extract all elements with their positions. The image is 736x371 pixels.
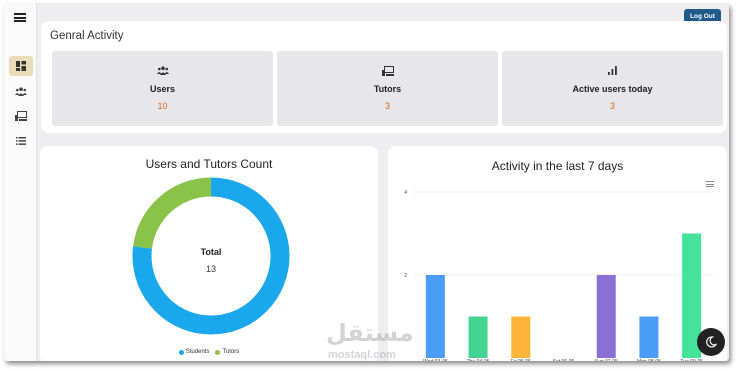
- stat-value: 10: [157, 101, 168, 111]
- users-icon: [156, 66, 169, 75]
- legend-item-students[interactable]: Students: [178, 349, 210, 355]
- dark-mode-toggle[interactable]: [697, 328, 725, 356]
- sidebar: [4, 3, 37, 361]
- stat-card-tutors: Tutors 3: [277, 51, 498, 126]
- bar-chart-icon: [608, 66, 617, 75]
- sidebar-item-users[interactable]: [9, 81, 33, 101]
- donut-center-value: 13: [206, 264, 216, 274]
- general-activity-panel: Genral Activity Users 10 Tutors 3 Active…: [41, 21, 727, 133]
- stat-label: Active users today: [572, 84, 653, 94]
- x-tick-label: Wed 03-05: [423, 359, 448, 361]
- donut-chart: Total 13: [132, 177, 290, 335]
- donut-center-label: Total: [201, 247, 222, 257]
- x-tick-label: Thu 04-05: [467, 359, 490, 361]
- x-tick-label: Sun 07-05: [595, 359, 618, 361]
- hamburger-menu-icon[interactable]: [14, 13, 26, 22]
- watermark: مستقل mostaql.com: [326, 319, 414, 361]
- y-tick-label: 2: [404, 273, 407, 279]
- dashboard-icon: [16, 61, 26, 71]
- app-window: Log Out Genral Activity Users 10 Tutors …: [4, 3, 729, 361]
- y-tick-label: 4: [404, 190, 407, 196]
- stat-label: Tutors: [373, 84, 402, 94]
- legend-item-tutors[interactable]: Tutors: [215, 349, 239, 355]
- section-title: Genral Activity: [50, 30, 124, 42]
- bar-2[interactable]: [468, 316, 488, 359]
- tutors-icon: [15, 111, 27, 121]
- legend-label: Tutors: [222, 349, 240, 355]
- stat-value: 3: [384, 101, 390, 111]
- legend-label: Students: [185, 349, 210, 355]
- bar-6[interactable]: [639, 316, 659, 359]
- bar-chart: 2 4 Wed 03-05 Thu 04-05 Fri 05-05 Sat 06-05 Su…: [404, 190, 713, 361]
- bar-3[interactable]: [511, 316, 531, 359]
- list-icon: [16, 137, 26, 145]
- sidebar-item-dashboard[interactable]: [9, 56, 33, 76]
- stat-card-active-users: Active users today 3: [502, 51, 723, 126]
- x-tick-label: Tue 09-05: [680, 359, 703, 361]
- moon-icon: [706, 336, 717, 348]
- watermark-arabic: مستقل: [326, 319, 414, 347]
- sidebar-item-tutors[interactable]: [9, 106, 33, 126]
- tutors-icon: [381, 66, 394, 76]
- sidebar-item-list[interactable]: [9, 131, 33, 151]
- stat-value: 3: [609, 101, 615, 111]
- bar-1[interactable]: [425, 275, 445, 358]
- stat-card-users: Users 10: [52, 51, 273, 126]
- stat-label: Users: [149, 84, 176, 94]
- legend-swatch: [178, 349, 184, 355]
- x-tick-label: Mon 08-05: [637, 359, 661, 361]
- watermark-latin: mostaql.com: [328, 349, 396, 361]
- x-tick-label: Fri 05-05: [511, 359, 531, 361]
- bar-5[interactable]: [596, 275, 616, 358]
- users-icon: [15, 86, 27, 96]
- x-tick-label: Sat 06-05: [553, 359, 575, 361]
- activity-card: Activity in the last 7 days 2 4 Wed 03-05 T…: [388, 146, 727, 361]
- legend-swatch: [215, 349, 221, 355]
